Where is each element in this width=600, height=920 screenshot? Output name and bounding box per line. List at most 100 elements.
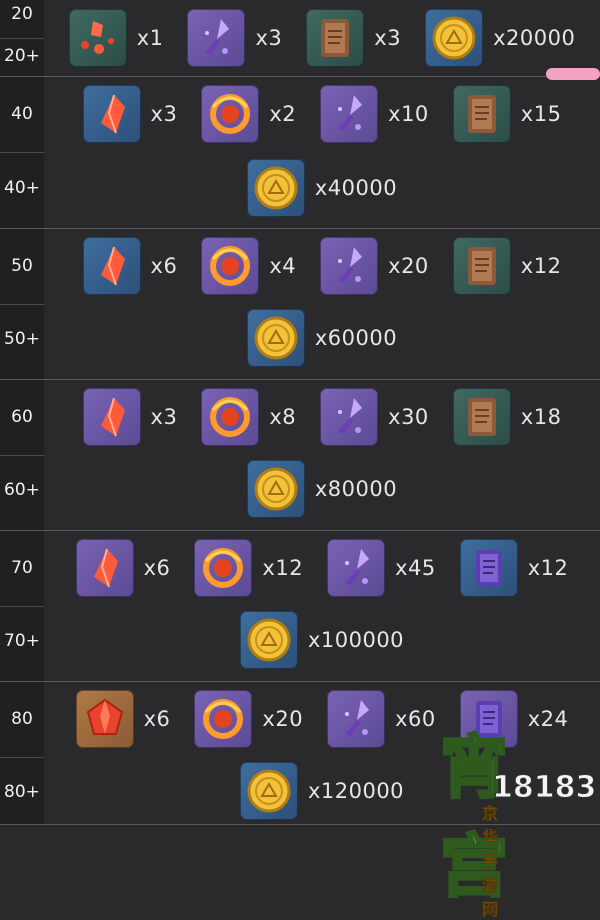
- material-item[interactable]: x8: [201, 388, 296, 446]
- purple-spirit-icon[interactable]: [327, 690, 386, 748]
- material-quantity: x20000: [493, 26, 576, 50]
- tier-block: 40 40+ x3 x2 x10 x15 x40000: [0, 76, 600, 229]
- material-item[interactable]: x120000: [239, 762, 404, 820]
- material-quantity: x60000: [314, 326, 398, 350]
- purple-scroll-icon[interactable]: [459, 539, 518, 597]
- material-item[interactable]: x30: [320, 388, 429, 446]
- red-crystal-icon[interactable]: [82, 85, 141, 143]
- material-quantity: x20: [388, 254, 429, 278]
- fire-ring-icon[interactable]: [201, 85, 260, 143]
- material-quantity: x4: [269, 254, 297, 278]
- gold-coin-icon[interactable]: [246, 159, 305, 217]
- material-item[interactable]: x12: [459, 539, 569, 597]
- fire-ring-icon[interactable]: [194, 539, 253, 597]
- level-divider: [0, 38, 44, 39]
- material-item[interactable]: x10: [320, 85, 429, 143]
- material-item[interactable]: x15: [452, 85, 562, 143]
- material-item[interactable]: x6: [75, 690, 171, 748]
- gold-coin-icon[interactable]: [239, 762, 298, 820]
- material-item[interactable]: x80000: [246, 460, 398, 518]
- material-quantity: x2: [269, 102, 297, 126]
- material-item[interactable]: x20: [320, 237, 429, 295]
- material-quantity: x80000: [314, 477, 398, 501]
- material-quantity: x12: [527, 556, 569, 580]
- scroll-icon[interactable]: [452, 237, 511, 295]
- material-item[interactable]: x6: [75, 539, 171, 597]
- scroll-icon[interactable]: [452, 388, 511, 446]
- gold-coin-icon[interactable]: [239, 611, 298, 669]
- material-item[interactable]: x3: [82, 85, 178, 143]
- material-quantity: x30: [388, 405, 429, 429]
- material-quantity: x12: [520, 254, 562, 278]
- material-item[interactable]: x60: [327, 690, 436, 748]
- material-quantity: x45: [395, 556, 436, 580]
- material-row: x3 x2 x10 x15: [44, 85, 600, 143]
- material-quantity: x6: [143, 707, 171, 731]
- level-plus-label: 80+: [4, 782, 40, 802]
- material-quantity: x18: [520, 405, 562, 429]
- red-crystal-icon[interactable]: [82, 237, 141, 295]
- purple-spirit-icon[interactable]: [320, 237, 379, 295]
- tier-block: 70 70+ x6 x12 x45 x12 x100000: [0, 530, 600, 682]
- material-item[interactable]: x45: [327, 539, 436, 597]
- red-gem-icon[interactable]: [75, 690, 134, 748]
- scroll-icon[interactable]: [452, 85, 511, 143]
- material-quantity: x6: [143, 556, 171, 580]
- material-item[interactable]: x40000: [246, 159, 398, 217]
- level-divider: [0, 152, 44, 153]
- material-item[interactable]: x60000: [246, 309, 398, 367]
- gold-coin-icon[interactable]: [425, 9, 484, 67]
- material-item[interactable]: x20: [194, 690, 303, 748]
- material-row: x1 x3 x3 x20000: [44, 9, 600, 67]
- watermark-number: 18183: [491, 770, 597, 806]
- purple-spirit-icon[interactable]: [327, 539, 386, 597]
- purple-spirit-icon[interactable]: [320, 85, 379, 143]
- fire-ring-icon[interactable]: [194, 690, 253, 748]
- material-item[interactable]: x4: [201, 237, 296, 295]
- material-row: x6 x20 x60 x24: [44, 690, 600, 748]
- material-item[interactable]: x6: [82, 237, 178, 295]
- material-row: x40000: [44, 159, 600, 217]
- tier-block: 20 20+ x1 x3 x3 x20000: [0, 0, 600, 77]
- gold-coin-icon[interactable]: [246, 309, 305, 367]
- red-crystal-icon[interactable]: [82, 388, 141, 446]
- material-item[interactable]: x3: [306, 9, 401, 67]
- material-item[interactable]: x1: [68, 9, 164, 67]
- gold-coin-icon[interactable]: [246, 460, 305, 518]
- purple-spirit-icon[interactable]: [187, 9, 246, 67]
- level-plus-label: 20+: [4, 46, 40, 66]
- material-quantity: x40000: [314, 176, 398, 200]
- material-item[interactable]: x3: [187, 9, 282, 67]
- level-plus-label: 40+: [4, 178, 40, 198]
- fragment-gem-icon[interactable]: [68, 9, 127, 67]
- material-item[interactable]: x12: [452, 237, 562, 295]
- material-item[interactable]: x18: [452, 388, 562, 446]
- level-label: 20: [11, 4, 33, 24]
- tier-block: 60 60+ x3 x8 x30 x18 x80000: [0, 379, 600, 531]
- scroll-handle[interactable]: [546, 68, 600, 80]
- material-item[interactable]: x12: [194, 539, 303, 597]
- material-quantity: x12: [262, 556, 304, 580]
- purple-spirit-icon[interactable]: [320, 388, 379, 446]
- level-plus-label: 60+: [4, 480, 40, 500]
- material-item[interactable]: x20000: [425, 9, 575, 67]
- material-quantity: x6: [150, 254, 178, 278]
- fire-ring-icon[interactable]: [201, 237, 260, 295]
- material-quantity: x8: [269, 405, 297, 429]
- material-row: x100000: [44, 611, 600, 669]
- level-divider: [0, 757, 44, 758]
- level-divider: [0, 304, 44, 305]
- material-quantity: x10: [388, 102, 429, 126]
- level-plus-label: 50+: [4, 329, 40, 349]
- fire-ring-icon[interactable]: [201, 388, 260, 446]
- material-row: x6 x12 x45 x12: [44, 539, 600, 597]
- level-label: 60: [11, 407, 33, 427]
- material-row: x3 x8 x30 x18: [44, 388, 600, 446]
- material-item[interactable]: x3: [82, 388, 178, 446]
- material-item[interactable]: x100000: [239, 611, 404, 669]
- watermark-chars: 宵宫: [438, 727, 511, 909]
- material-quantity: x3: [150, 102, 178, 126]
- scroll-icon[interactable]: [306, 9, 365, 67]
- red-crystal-icon[interactable]: [75, 539, 134, 597]
- material-item[interactable]: x2: [201, 85, 296, 143]
